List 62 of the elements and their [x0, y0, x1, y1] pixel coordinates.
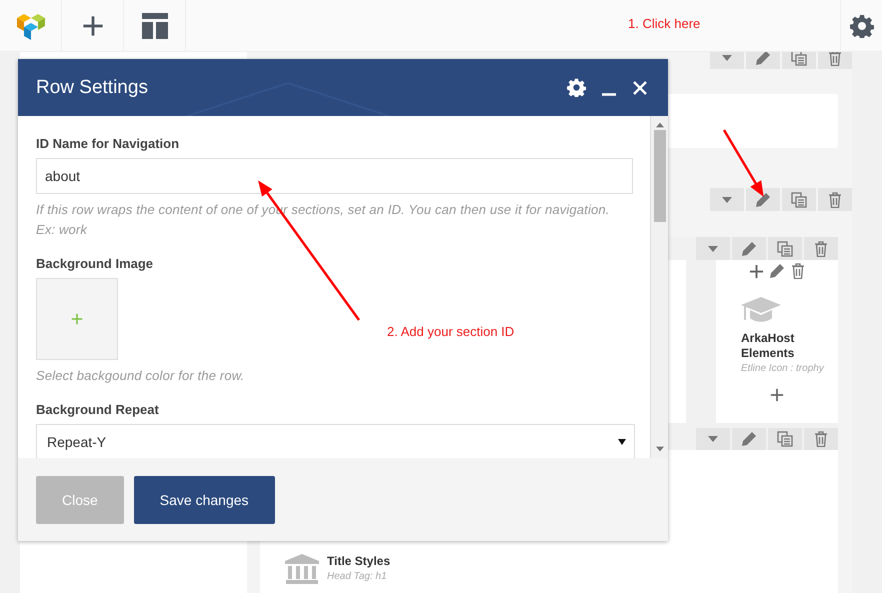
dropdown-button[interactable] — [710, 188, 744, 211]
plus-icon — [82, 15, 104, 37]
pencil-icon — [741, 431, 757, 447]
scrollbar-thumb[interactable] — [654, 130, 666, 222]
copy-button[interactable] — [782, 188, 816, 211]
pencil-icon — [755, 192, 771, 208]
plus-icon[interactable] — [748, 264, 764, 278]
copy-icon — [777, 240, 793, 256]
plus-icon[interactable] — [770, 388, 784, 402]
bank-icon — [285, 554, 319, 584]
field-label: Background Repeat — [36, 402, 160, 417]
field-label: Background Image — [36, 256, 154, 271]
gear-icon — [850, 14, 874, 38]
delete-button[interactable] — [818, 52, 852, 69]
element-title: ArkaHost Elements — [741, 331, 796, 361]
trash-icon — [790, 263, 806, 279]
close-button[interactable] — [632, 80, 648, 96]
logo-icon — [16, 11, 46, 41]
minimize-icon — [602, 93, 616, 96]
copy-button[interactable] — [768, 428, 802, 450]
settings-button[interactable] — [567, 78, 586, 97]
edit-button[interactable] — [746, 188, 780, 211]
edit-button[interactable] — [732, 237, 766, 260]
copy-icon — [791, 192, 807, 208]
save-button[interactable]: Save changes — [134, 476, 275, 524]
edit-button[interactable] — [732, 428, 766, 450]
trash-icon — [813, 240, 829, 256]
caret-down-icon — [618, 439, 626, 445]
caret-down-icon — [722, 54, 732, 60]
delete-button[interactable] — [818, 188, 852, 211]
copy-button[interactable] — [768, 237, 802, 260]
field-label: ID Name for Navigation — [36, 136, 180, 151]
element-subtitle: Head Tag: h1 — [327, 570, 388, 584]
input-field[interactable]: about — [36, 158, 633, 194]
help-text: Select backgound color for the row. — [36, 367, 246, 385]
annotation-text: 1. Click here — [628, 16, 700, 31]
edit-button[interactable] — [746, 52, 780, 69]
trash-icon — [813, 431, 829, 447]
close-icon — [632, 80, 648, 96]
scroll-up-icon — [656, 122, 664, 128]
modal-title: Row Settings — [36, 76, 148, 98]
element-subtitle: Etline Icon : trophy — [741, 362, 826, 376]
element-title: Title Styles — [327, 554, 390, 569]
annotation-text: 2. Add your section ID — [387, 324, 514, 339]
dropdown-button[interactable] — [696, 428, 730, 450]
trash-icon — [827, 52, 843, 66]
pencil-icon — [768, 263, 784, 279]
scroll-down-icon — [656, 446, 664, 452]
select-field[interactable]: Repeat-Y — [36, 424, 635, 458]
trash-icon — [827, 192, 843, 208]
gear-icon — [567, 78, 586, 97]
delete-button[interactable] — [804, 428, 838, 450]
dropdown-button[interactable] — [710, 52, 744, 69]
copy-icon — [777, 431, 793, 447]
dropdown-button[interactable] — [696, 237, 730, 260]
scrollbar[interactable] — [650, 116, 668, 458]
delete-button[interactable] — [804, 237, 838, 260]
copy-button[interactable] — [782, 52, 816, 69]
pencil-icon — [741, 240, 757, 256]
caret-down-icon — [708, 246, 718, 252]
caret-down-icon — [708, 436, 718, 442]
layout-icon — [142, 13, 168, 39]
